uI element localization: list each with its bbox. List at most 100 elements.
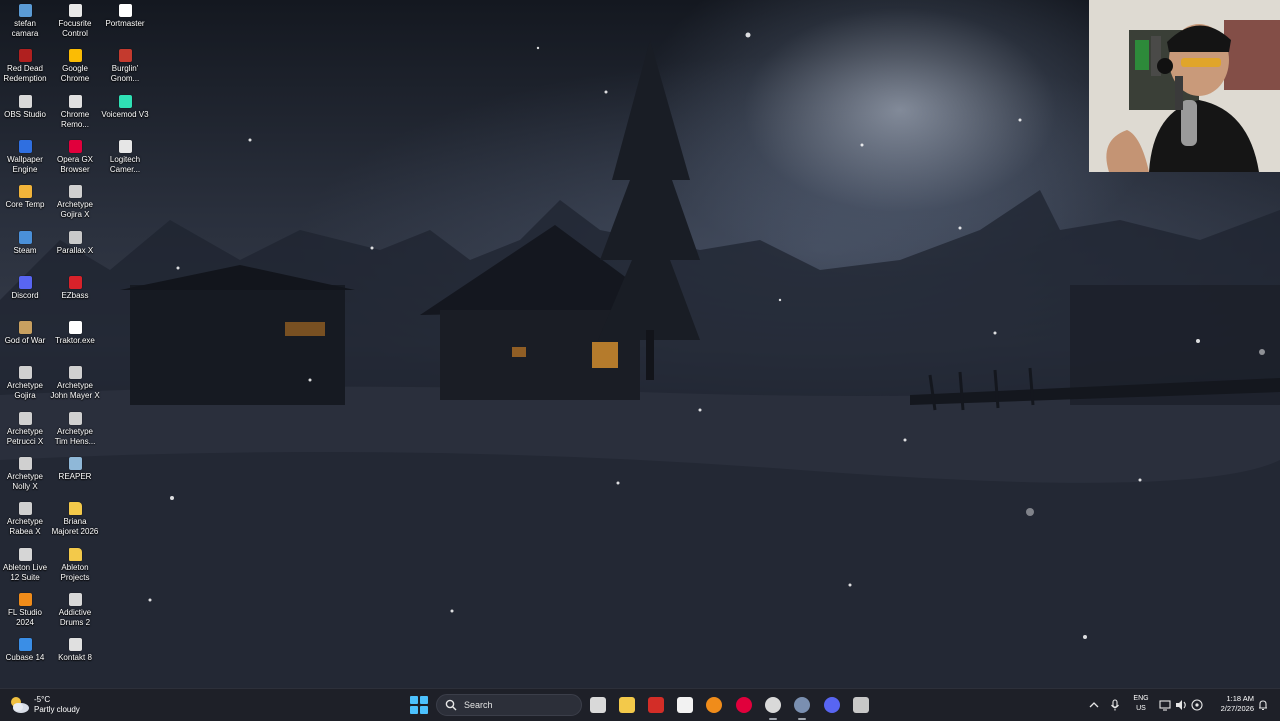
cubase-icon bbox=[18, 638, 32, 652]
desktop-shortcut[interactable]: Opera GX Browser bbox=[50, 139, 100, 175]
system-clock[interactable]: 1:18 AM 2/27/2026 bbox=[1208, 694, 1254, 714]
taskbar-voicemod-button[interactable] bbox=[852, 696, 870, 714]
desktop-shortcut[interactable]: Archetype Nolly X bbox=[0, 457, 50, 492]
game-icon bbox=[118, 49, 132, 63]
desktop-shortcut[interactable]: OBS Studio bbox=[0, 94, 50, 120]
taskbar-search-box[interactable]: Search bbox=[436, 694, 582, 716]
folder-icon bbox=[68, 502, 82, 516]
taskbar-lastpass-button[interactable] bbox=[647, 696, 665, 714]
task-view-icon bbox=[590, 697, 606, 713]
desktop-shortcut[interactable]: Focusrite Control bbox=[50, 4, 100, 39]
desktop-shortcut-label: Archetype John Mayer X bbox=[50, 381, 100, 401]
weather-condition: Partly cloudy bbox=[34, 705, 80, 714]
desktop-shortcut[interactable]: Burglin' Gnom... bbox=[100, 49, 150, 84]
desktop-shortcut-label: God of War bbox=[4, 336, 46, 346]
desktop-shortcut-label: REAPER bbox=[58, 472, 92, 481]
reaper-icon bbox=[68, 457, 82, 470]
folder-icon bbox=[68, 547, 82, 561]
search-placeholder: Search bbox=[464, 700, 493, 710]
desktop-shortcut[interactable]: Wallpaper Engine bbox=[0, 139, 50, 175]
taskbar-obs-button[interactable] bbox=[764, 696, 782, 720]
desktop-shortcut[interactable]: Archetype Petrucci X bbox=[0, 411, 50, 447]
desktop-shortcut[interactable]: EZbass bbox=[50, 275, 100, 301]
desktop-shortcut[interactable]: Archetype John Mayer X bbox=[50, 366, 100, 401]
show-hidden-icons-chevron-icon[interactable] bbox=[1087, 698, 1101, 712]
desktop-shortcut[interactable]: God of War bbox=[0, 321, 50, 346]
webcam-overlay bbox=[1089, 0, 1280, 172]
language-code: ENG bbox=[1133, 695, 1149, 702]
tray-app-icon[interactable] bbox=[1190, 698, 1204, 712]
desktop-shortcut[interactable]: Ableton Projects bbox=[50, 547, 100, 583]
desktop-shortcut[interactable]: Parallax X bbox=[50, 230, 100, 256]
taskbar-microsoft-store-button[interactable] bbox=[676, 696, 694, 714]
desktop-shortcut-label: Opera GX Browser bbox=[56, 154, 93, 174]
desktop-shortcut-label: Ableton Live 12 Suite bbox=[2, 562, 48, 582]
desktop-shortcut[interactable]: Cubase 14 bbox=[0, 638, 50, 663]
desktop-shortcut[interactable]: Steam bbox=[0, 230, 50, 256]
traktor-icon bbox=[68, 321, 82, 335]
desktop-shortcut-label: Cubase 14 bbox=[5, 653, 45, 663]
region-code: US bbox=[1136, 705, 1146, 712]
ezbass-icon bbox=[68, 275, 82, 289]
desktop-shortcut[interactable]: Briana Majoret 2026 bbox=[50, 502, 100, 537]
desktop-shortcut[interactable]: Red Dead Redemption bbox=[0, 49, 50, 84]
start-button[interactable] bbox=[410, 696, 428, 714]
document-icon bbox=[18, 4, 32, 17]
desktop-shortcut[interactable]: Archetype Rabea X bbox=[0, 502, 50, 537]
desktop-shortcut-label: Core Temp bbox=[5, 200, 45, 210]
desktop-shortcut-label: Google Chrome bbox=[60, 64, 90, 84]
desktop-shortcut[interactable]: Addictive Drums 2 bbox=[50, 592, 100, 628]
focusrite-icon bbox=[68, 4, 82, 17]
desktop-shortcut-label: Archetype Petrucci X bbox=[6, 426, 44, 446]
desktop-shortcut-label: Archetype Tim Hens... bbox=[54, 426, 96, 446]
weather-widget[interactable]: -5°C Partly cloudy bbox=[8, 693, 80, 717]
desktop-shortcut-label: Red Dead Redemption bbox=[3, 64, 47, 84]
desktop-shortcut[interactable]: stefan camara bbox=[0, 4, 50, 39]
desktop-shortcut-label: Parallax X bbox=[56, 245, 94, 255]
god-of-war-icon bbox=[18, 321, 32, 335]
network-icon[interactable] bbox=[1158, 698, 1172, 712]
kontakt-icon bbox=[68, 638, 82, 652]
desktop-shortcut-label: OBS Studio bbox=[4, 109, 46, 119]
taskbar-opera-gx-button[interactable] bbox=[735, 696, 753, 714]
desktop-shortcut-label: Archetype Nolly X bbox=[6, 472, 44, 491]
desktop-shortcut[interactable]: Voicemod V3 bbox=[100, 94, 150, 120]
taskbar-file-explorer-button[interactable] bbox=[618, 696, 636, 714]
streamer-webcam-image bbox=[1089, 0, 1280, 172]
desktop-shortcut[interactable]: Archetype Gojira X bbox=[50, 185, 100, 220]
opera-gx-icon bbox=[736, 697, 752, 713]
firefox-icon bbox=[706, 697, 722, 713]
winter-cabin-scene bbox=[0, 32, 1280, 688]
desktop-shortcut[interactable]: REAPER bbox=[50, 457, 100, 482]
desktop-shortcut[interactable]: Kontakt 8 bbox=[50, 638, 100, 663]
taskbar-task-view-button[interactable] bbox=[589, 696, 607, 714]
obs-icon bbox=[765, 697, 781, 713]
discord-icon bbox=[18, 275, 32, 289]
desktop-shortcut[interactable]: Archetype Tim Hens... bbox=[50, 411, 100, 447]
input-language-indicator[interactable]: ENG US bbox=[1129, 694, 1153, 714]
desktop-shortcut[interactable]: Chrome Remo... bbox=[50, 94, 100, 130]
desktop-shortcut[interactable]: Archetype Gojira bbox=[0, 366, 50, 401]
archetype-icon bbox=[68, 185, 82, 199]
desktop-shortcut[interactable]: Google Chrome bbox=[50, 49, 100, 84]
taskbar-steam-button[interactable] bbox=[793, 696, 811, 720]
discord-icon bbox=[824, 697, 840, 713]
volume-icon[interactable] bbox=[1174, 698, 1188, 712]
taskbar-discord-button[interactable] bbox=[823, 696, 841, 714]
desktop-shortcut[interactable]: Discord bbox=[0, 275, 50, 301]
notifications-bell-icon[interactable] bbox=[1256, 698, 1270, 712]
desktop-shortcut[interactable]: FL Studio 2024 bbox=[0, 592, 50, 628]
desktop-shortcut[interactable]: Ableton Live 12 Suite bbox=[0, 547, 50, 583]
desktop-shortcut[interactable]: Core Temp bbox=[0, 185, 50, 210]
desktop-shortcut[interactable]: Portmaster bbox=[100, 4, 150, 29]
desktop-shortcut-label: Traktor.exe bbox=[55, 336, 95, 346]
desktop-shortcut[interactable]: Logitech Camer... bbox=[100, 139, 150, 175]
desktop-shortcut[interactable]: Traktor.exe bbox=[50, 321, 100, 346]
taskbar-firefox-button[interactable] bbox=[705, 696, 723, 714]
clock-time: 1:18 AM bbox=[1226, 694, 1254, 703]
weather-temperature: -5°C bbox=[34, 695, 51, 704]
desktop-shortcut-label: Portmaster bbox=[105, 19, 145, 28]
microphone-icon[interactable] bbox=[1108, 698, 1122, 712]
steam-icon bbox=[18, 230, 32, 244]
desktop-shortcut-label: Ableton Projects bbox=[60, 562, 90, 582]
